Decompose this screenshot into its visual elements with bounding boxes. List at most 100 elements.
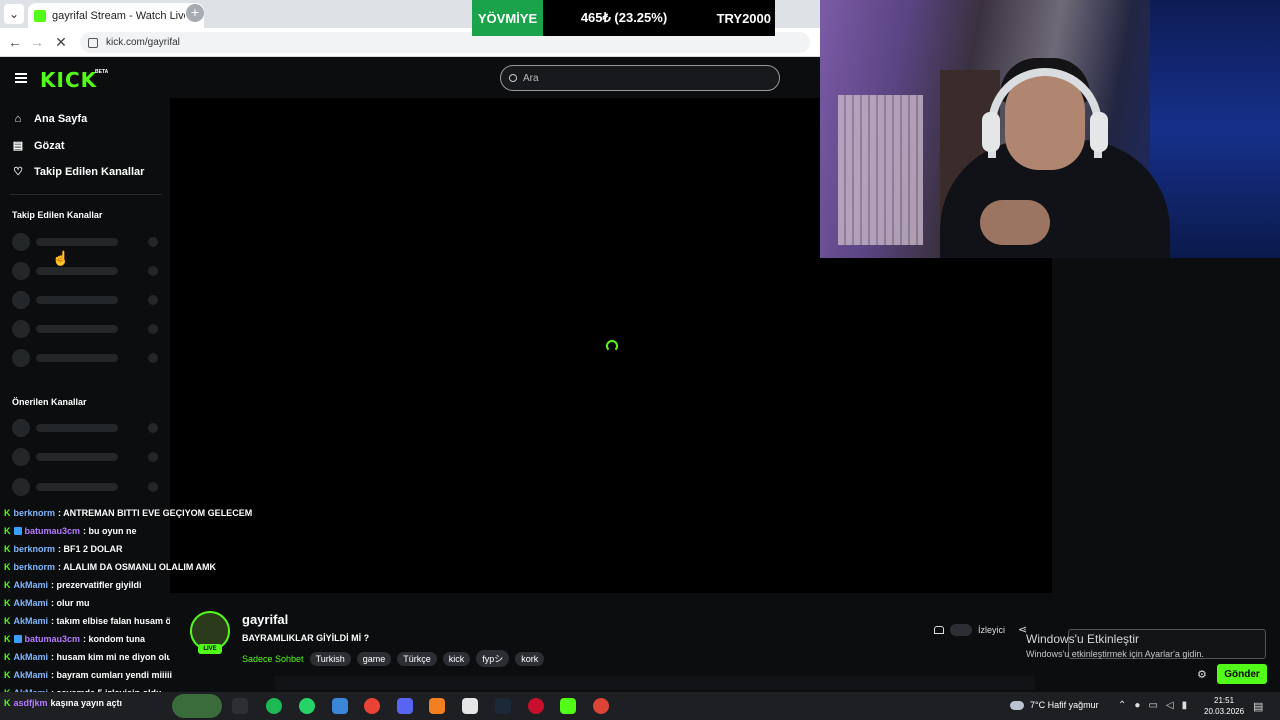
send-button[interactable]: Gönder: [1217, 664, 1267, 684]
kick-badge-icon: K: [4, 526, 11, 536]
kick-badge-icon: K: [4, 652, 11, 662]
activation-title: Windows'u Etkinleştir: [1026, 632, 1139, 646]
task-view-icon[interactable]: [232, 698, 248, 714]
chat-text: : bu oyun ne: [83, 526, 137, 536]
whatsapp-icon[interactable]: [299, 698, 315, 714]
stream-title: BAYRAMLIKLAR GİYİLDİ Mİ ?: [242, 633, 370, 643]
battery-icon[interactable]: ▮: [1182, 700, 1188, 711]
obs-icon[interactable]: [462, 698, 478, 714]
chat-username[interactable]: AkMami: [14, 652, 49, 662]
ticker-target: TRY2000: [716, 10, 771, 26]
chat-username[interactable]: berknorm: [14, 508, 56, 518]
chrome-icon[interactable]: [364, 698, 380, 714]
search-input[interactable]: [523, 72, 763, 84]
file-explorer-icon[interactable]: [332, 698, 348, 714]
search-icon: [509, 74, 517, 82]
browse-icon: ▤: [12, 140, 24, 152]
tag[interactable]: Turkish: [309, 651, 351, 666]
kick-badge-icon: K: [4, 508, 11, 518]
chat-username[interactable]: asdfjkm: [14, 698, 48, 708]
weather-text: 7°C Hafif yağmur: [1030, 700, 1099, 710]
chat-settings-icon[interactable]: ⚙: [1197, 668, 1207, 681]
viewer-count-placeholder: [950, 624, 972, 636]
back-icon[interactable]: ←: [6, 34, 24, 50]
volume-icon[interactable]: ◁: [1166, 700, 1174, 711]
cloud-rain-icon: [1010, 700, 1024, 710]
sidebar-item-label: Gözat: [34, 140, 65, 152]
sidebar-item-following[interactable]: ♡ Takip Edilen Kanallar: [12, 166, 144, 178]
chat-message: K asdfjkm kaşına yayın açtı: [4, 698, 122, 708]
followed-channels-title: Takip Edilen Kanallar: [12, 210, 103, 220]
tray-chevron-icon[interactable]: ⌃: [1118, 700, 1126, 711]
channel-skeleton: [12, 320, 162, 338]
chat-message: Kbatumau3cm: kondom tuna: [4, 634, 145, 644]
tag[interactable]: Türkçe: [397, 651, 437, 666]
steam-icon[interactable]: [495, 698, 511, 714]
channel-skeleton: [12, 448, 162, 466]
chat-username[interactable]: batumau3cm: [25, 526, 81, 536]
spotify-icon[interactable]: [266, 698, 282, 714]
sidebar-item-browse[interactable]: ▤ Gözat: [12, 140, 65, 152]
tab-search-icon[interactable]: ⌄: [4, 4, 24, 24]
chat-message: Kberknorm: ANTREMAN BITTI EVE GEÇIYOM GE…: [4, 508, 252, 518]
search-bar[interactable]: [500, 65, 780, 91]
chat-message: K AkMami: olur mu: [4, 598, 90, 608]
windows-activation-watermark: Windows'u Etkinleştir Windows'u etkinleş…: [1026, 632, 1204, 659]
beta-label: BETA: [95, 69, 109, 75]
chat-text: : bayram cumları yendi miiiii: [51, 670, 173, 680]
chat-username[interactable]: AkMami: [14, 580, 49, 590]
subscriber-badge-icon: [13, 527, 22, 535]
player-bottom-strip: [275, 676, 1035, 690]
microphone-icon[interactable]: ●: [1134, 700, 1140, 711]
site-info-icon[interactable]: [88, 37, 98, 48]
new-tab-button[interactable]: +: [186, 4, 204, 22]
chat-username[interactable]: berknorm: [14, 562, 56, 572]
taskbar-search-icon[interactable]: [172, 694, 222, 718]
weather-widget[interactable]: 7°C Hafif yağmur: [1010, 700, 1099, 710]
chat-text: kaşına yayın açtı: [50, 698, 123, 708]
app-icon[interactable]: [528, 698, 544, 714]
channel-skeleton: [12, 419, 162, 437]
webcam-overlay: [820, 0, 1280, 258]
sidebar-divider: [10, 194, 162, 195]
chat-message: Kbatumau3cm: bu oyun ne: [4, 526, 137, 536]
kick-badge-icon: K: [4, 634, 11, 644]
forward-icon[interactable]: →: [28, 34, 46, 50]
category-link[interactable]: Sadece Sohbet: [242, 654, 304, 664]
stop-loading-icon[interactable]: ✕: [52, 34, 70, 51]
tag[interactable]: kork: [515, 651, 545, 666]
chat-username[interactable]: AkMami: [14, 670, 49, 680]
live-badge: LIVE: [198, 644, 222, 654]
kick-badge-icon: K: [4, 670, 11, 680]
channel-name[interactable]: gayrifal: [242, 612, 288, 627]
kick-badge-icon: K: [4, 562, 11, 572]
chat-text: : olur mu: [51, 598, 90, 608]
tag[interactable]: kick: [442, 651, 471, 666]
cloudflare-icon[interactable]: [429, 698, 445, 714]
kick-logo[interactable]: KICK: [40, 68, 97, 92]
stream-tags: Sadece Sohbet Turkish game Türkçe kick f…: [242, 650, 545, 667]
channel-skeleton: [12, 291, 162, 309]
channel-skeleton: [12, 233, 162, 251]
menu-icon[interactable]: [15, 73, 27, 83]
browser-tab[interactable]: gayrifal Stream - Watch Live on ×: [28, 3, 204, 28]
chat-username[interactable]: batumau3cm: [25, 634, 81, 644]
tag[interactable]: fypシ: [476, 650, 510, 667]
clock-time: 21:51: [1214, 696, 1235, 705]
notification-icon[interactable]: ▤: [1253, 700, 1263, 713]
channel-skeleton: [12, 478, 162, 496]
network-icon[interactable]: ▭: [1148, 700, 1157, 711]
kick-app-icon[interactable]: [560, 698, 576, 714]
discord-icon[interactable]: [397, 698, 413, 714]
chat-panel: [1052, 258, 1280, 688]
kick-badge-icon: K: [4, 616, 11, 626]
sidebar-item-home[interactable]: ⌂ Ana Sayfa: [12, 113, 88, 125]
chrome-active-icon[interactable]: [593, 698, 609, 714]
system-tray: ⌃ ● ▭ ◁ ▮: [1118, 700, 1187, 711]
tag[interactable]: game: [356, 651, 392, 666]
wage-ticker: YÖVMİYE 465₺ (23.25%) TRY2000: [472, 0, 775, 36]
chat-username[interactable]: berknorm: [14, 544, 56, 554]
chat-username[interactable]: AkMami: [14, 598, 49, 608]
clock[interactable]: 21:51 20.03.2026: [1204, 695, 1244, 717]
chat-username[interactable]: AkMami: [14, 616, 49, 626]
